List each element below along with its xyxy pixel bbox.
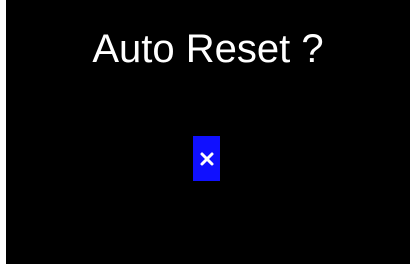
auto-reset-screen: Auto Reset ?: [6, 0, 410, 264]
close-icon: [199, 151, 215, 167]
dialog-title: Auto Reset ?: [92, 27, 324, 71]
cancel-option-button[interactable]: [193, 136, 220, 181]
